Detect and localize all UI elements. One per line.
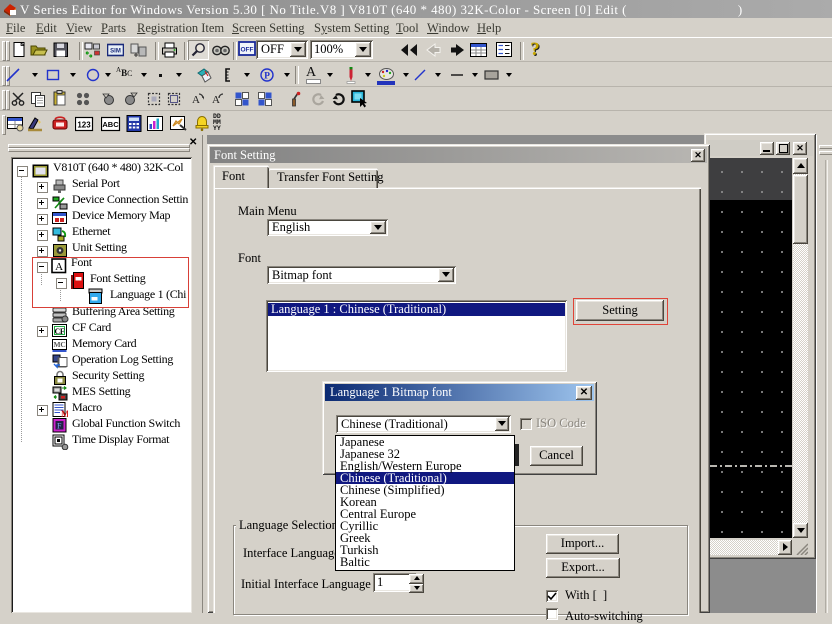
svg-text:A: A <box>192 94 200 106</box>
svg-text:SIM: SIM <box>110 49 121 55</box>
svg-text:CF: CF <box>54 327 64 336</box>
svg-text:P: P <box>264 72 270 82</box>
svg-text:A: A <box>212 94 220 106</box>
svg-text:M: M <box>61 409 68 417</box>
svg-text:OFF: OFF <box>241 47 254 54</box>
svg-text:123: 123 <box>77 121 91 130</box>
svg-text:ABC: ABC <box>102 120 119 129</box>
svg-text:MC: MC <box>54 340 66 349</box>
